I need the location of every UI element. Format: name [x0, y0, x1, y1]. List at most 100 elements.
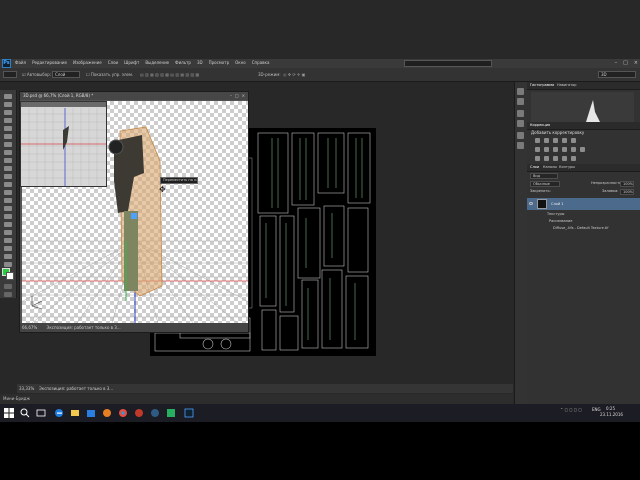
texture-file-label[interactable]: Diffuse_.tifs - Default Texture.tif [553, 226, 608, 231]
maximize-button[interactable]: □ [623, 60, 628, 67]
levels-icon[interactable] [544, 138, 549, 143]
tab-histogram[interactable]: Гистограмма [530, 83, 554, 88]
tab-channels[interactable]: Каналы [543, 165, 557, 170]
marquee-tool-icon[interactable] [4, 102, 12, 107]
menu-window[interactable]: Окно [235, 60, 246, 66]
layer-row-selected[interactable]: Слой 1 [527, 198, 640, 210]
show-transform-checkbox[interactable]: ☐ Показать упр. элем. [86, 71, 133, 78]
clock-date[interactable]: 23.11.2016 [600, 412, 623, 417]
brush-panel-icon[interactable] [517, 120, 524, 127]
move-tool-icon[interactable] [4, 94, 12, 99]
history-panel-icon[interactable] [517, 88, 524, 95]
clock-time[interactable]: 0:25 [606, 406, 615, 411]
pen-tool-icon[interactable] [4, 206, 12, 211]
color-lookup-icon[interactable] [580, 147, 585, 152]
black-white-icon[interactable] [553, 147, 558, 152]
fill-field[interactable]: 100% [620, 189, 634, 195]
file-explorer-icon[interactable] [70, 408, 80, 418]
menu-help[interactable]: Справка [252, 60, 270, 66]
secondary-view-titlebar[interactable] [21, 102, 106, 107]
search-icon[interactable] [20, 408, 30, 418]
secondary-view-thumbnail[interactable] [20, 101, 107, 187]
screen-mode-icon[interactable] [4, 292, 12, 297]
quick-select-tool-icon[interactable] [4, 118, 12, 123]
blend-mode-select[interactable]: Обычные [530, 181, 560, 187]
doc-status-text[interactable]: Экспозиция: работает только в 3... [47, 325, 121, 330]
gradient-map-icon[interactable] [562, 156, 567, 161]
textures-label[interactable]: Текстуры [547, 212, 564, 217]
shape-tool-icon[interactable] [4, 230, 12, 235]
app-icon-star[interactable] [134, 408, 144, 418]
eyedropper-tool-icon[interactable] [4, 134, 12, 139]
posterize-icon[interactable] [544, 156, 549, 161]
vibrance-icon[interactable] [571, 138, 576, 143]
path-select-tool-icon[interactable] [4, 222, 12, 227]
photoshop-taskbar-icon[interactable] [184, 408, 194, 418]
menu-file[interactable]: Файл [15, 60, 26, 66]
media-player-icon[interactable] [102, 408, 112, 418]
move-tool-preset[interactable] [3, 71, 17, 78]
eye-icon[interactable] [529, 202, 533, 205]
tab-navigator[interactable]: Навигатор [557, 83, 577, 88]
character-panel-icon[interactable] [517, 132, 524, 139]
menu-3d[interactable]: 3D [197, 60, 203, 66]
brightness-icon[interactable] [535, 138, 540, 143]
edge-icon[interactable] [54, 408, 64, 418]
align-icons[interactable]: ▤ ▥ ▦ ▧ ▨ ▩ ▤ ▥ ▦ ▧ ▨ ▩ [140, 71, 199, 78]
main-status-text[interactable]: Экспозиция: работает только в 3... [39, 385, 113, 392]
tray-icons[interactable]: ⌃ ◻ ◻ ◻ ◻ [560, 407, 582, 413]
zoom-tool-icon[interactable] [4, 246, 12, 251]
tab-paths[interactable]: Контуры [559, 165, 575, 170]
main-zoom-value[interactable]: 33,33% [19, 385, 34, 392]
diffuse-label[interactable]: Рассеивание [549, 219, 572, 224]
info-panel-icon[interactable] [517, 110, 524, 117]
type-tool-icon[interactable] [4, 214, 12, 219]
menu-select[interactable]: Выделение [145, 60, 169, 66]
task-view-icon[interactable] [36, 408, 46, 418]
eraser-tool-icon[interactable] [4, 174, 12, 179]
selective-color-icon[interactable] [571, 156, 576, 161]
background-color-swatch[interactable] [6, 272, 14, 280]
autoselect-checkbox[interactable]: ☑ Автовыбор: [22, 71, 51, 78]
layer-name[interactable]: Слой 1 [551, 201, 563, 207]
3d-tool-icon[interactable] [4, 254, 12, 259]
brush-tool-icon[interactable] [4, 150, 12, 155]
tab-layers[interactable]: Слои [530, 165, 539, 170]
menu-layers[interactable]: Слои [108, 60, 118, 66]
workspace-select[interactable]: 3D [598, 71, 636, 78]
color-balance-icon[interactable] [544, 147, 549, 152]
document-tab-title[interactable]: 3D.psd @ 66,7% (Слой 1, RGB/8) * [20, 92, 248, 100]
curves-icon[interactable] [553, 138, 558, 143]
healing-tool-icon[interactable] [4, 142, 12, 147]
threshold-icon[interactable] [553, 156, 558, 161]
title-search-field[interactable] [404, 60, 492, 67]
app-icon-green[interactable] [166, 408, 176, 418]
gradient-tool-icon[interactable] [4, 182, 12, 187]
mini-bridge-tab[interactable]: Мини-Бридж [3, 395, 30, 403]
exposure-icon[interactable] [562, 138, 567, 143]
opacity-field[interactable]: 100% [620, 181, 634, 187]
steam-icon[interactable] [150, 408, 160, 418]
extra-tool-icon[interactable] [4, 262, 12, 267]
minimize-button[interactable]: – [615, 60, 618, 67]
menu-view[interactable]: Просмотр [209, 60, 230, 66]
chrome-icon[interactable] [118, 408, 128, 418]
properties-panel-icon[interactable] [517, 98, 524, 105]
menu-filter[interactable]: Фильтр [175, 60, 191, 66]
history-brush-icon[interactable] [4, 166, 12, 171]
windows-start-icon[interactable] [4, 408, 14, 418]
doc-zoom-value[interactable]: 66,67% [22, 325, 37, 330]
doc-minimize-button[interactable]: – [230, 93, 232, 99]
menu-image[interactable]: Изображение [73, 60, 102, 66]
close-button[interactable]: × [634, 60, 638, 67]
store-icon[interactable] [86, 408, 96, 418]
stamp-tool-icon[interactable] [4, 158, 12, 163]
lasso-tool-icon[interactable] [4, 110, 12, 115]
doc-maximize-button[interactable]: □ [235, 93, 239, 99]
tab-correction[interactable]: Коррекция [530, 123, 550, 128]
paragraph-panel-icon[interactable] [517, 142, 524, 149]
dodge-tool-icon[interactable] [4, 198, 12, 203]
photo-filter-icon[interactable] [562, 147, 567, 152]
mode-3d-icons[interactable]: ◎ ✥ ⟳ ✢ ▣ [283, 71, 305, 78]
hand-tool-icon[interactable] [4, 238, 12, 243]
